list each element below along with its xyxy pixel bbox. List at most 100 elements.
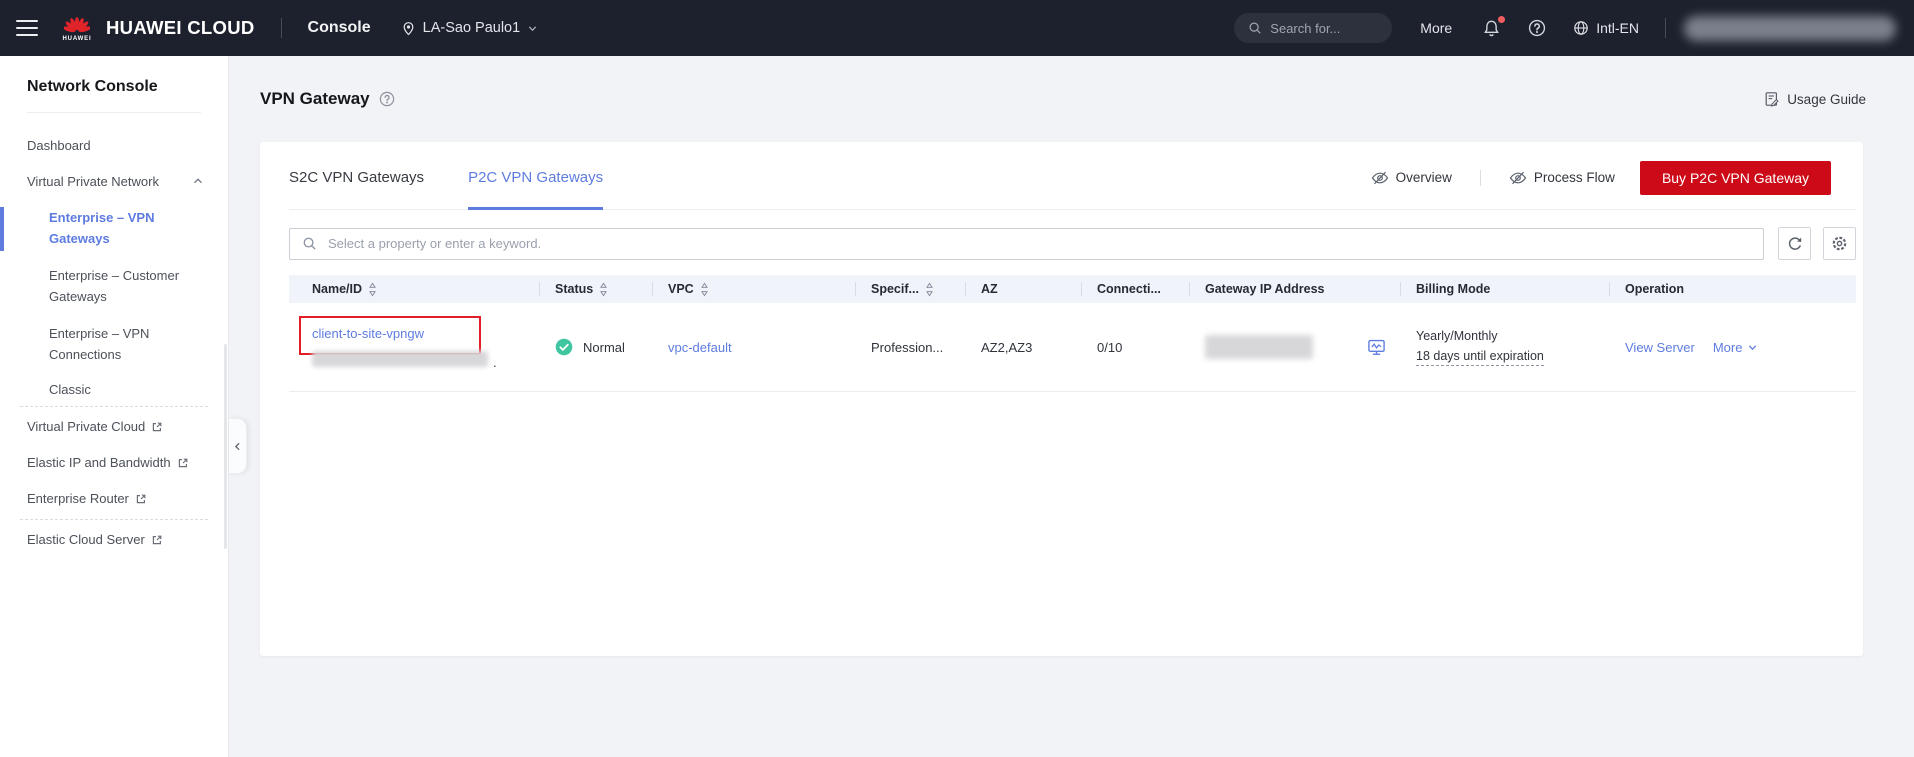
chevron-down-icon bbox=[527, 23, 538, 34]
page-help-icon[interactable] bbox=[379, 91, 395, 107]
header-connections: Connecti... bbox=[1081, 275, 1189, 303]
sidebar-item-enterprise-customer-gateways[interactable]: Enterprise – Customer Gateways bbox=[0, 257, 228, 315]
cell-az: AZ2,AZ3 bbox=[965, 340, 1081, 355]
page-title: VPN Gateway bbox=[260, 89, 395, 109]
location-pin-icon bbox=[401, 21, 416, 36]
main-content: VPN Gateway Usage Guide S2C VPN Gateways… bbox=[230, 56, 1914, 757]
tab-p2c-vpn-gateways[interactable]: P2C VPN Gateways bbox=[468, 142, 603, 209]
sidebar-item-elastic-ip-and-bandwidth[interactable]: Elastic IP and Bandwidth bbox=[0, 447, 223, 479]
sidebar-item-enterprise-vpn-connections[interactable]: Enterprise – VPN Connections bbox=[0, 315, 228, 373]
huawei-logo-caption: HUAWEI bbox=[62, 36, 91, 42]
external-link-icon bbox=[151, 534, 163, 546]
sidebar-item-enterprise-vpn-gateways[interactable]: Enterprise – VPN Gateways bbox=[0, 199, 228, 257]
more-menu[interactable]: More bbox=[1420, 20, 1452, 36]
sidebar-item-dashboard[interactable]: Dashboard bbox=[0, 127, 228, 163]
header-az: AZ bbox=[965, 275, 1081, 303]
help-icon[interactable] bbox=[1528, 19, 1546, 37]
search-icon bbox=[1248, 21, 1262, 35]
language-selector[interactable]: Intl-EN bbox=[1573, 20, 1639, 36]
region-label: LA-Sao Paulo1 bbox=[423, 20, 521, 36]
sidebar-item-elastic-cloud-server[interactable]: Elastic Cloud Server bbox=[0, 520, 223, 560]
refresh-button[interactable] bbox=[1778, 227, 1811, 260]
sidebar: Network Console Dashboard Virtual Privat… bbox=[0, 56, 229, 757]
header-specification[interactable]: Specif... bbox=[855, 275, 965, 303]
usage-guide-button[interactable]: Usage Guide bbox=[1764, 91, 1866, 107]
tabs-row: S2C VPN Gateways P2C VPN Gateways Overvi… bbox=[289, 142, 1856, 210]
eye-off-icon bbox=[1371, 171, 1389, 185]
sort-icon[interactable] bbox=[368, 282, 377, 297]
tab-s2c-vpn-gateways[interactable]: S2C VPN Gateways bbox=[289, 142, 424, 209]
cell-operation: View Server More bbox=[1609, 340, 1856, 355]
external-link-icon bbox=[135, 493, 147, 505]
huawei-logo: HUAWEI bbox=[56, 14, 98, 42]
gateway-ip-redacted bbox=[1205, 335, 1313, 359]
toolbar-separator bbox=[1480, 170, 1481, 186]
sidebar-item-virtual-private-network[interactable]: Virtual Private Network bbox=[0, 163, 228, 199]
header-billing-mode: Billing Mode bbox=[1400, 275, 1609, 303]
buy-p2c-vpn-gateway-button[interactable]: Buy P2C VPN Gateway bbox=[1640, 161, 1831, 195]
brand-title[interactable]: HUAWEI CLOUD bbox=[106, 17, 255, 39]
notification-dot bbox=[1498, 16, 1505, 23]
monitoring-icon[interactable] bbox=[1367, 338, 1386, 357]
vpc-link[interactable]: vpc-default bbox=[668, 340, 732, 355]
filter-search-input[interactable] bbox=[326, 235, 1751, 252]
overview-toggle[interactable]: Overview bbox=[1371, 170, 1452, 185]
topbar-separator bbox=[281, 18, 282, 38]
status-ok-icon bbox=[555, 338, 573, 356]
global-search-placeholder: Search for... bbox=[1270, 21, 1340, 36]
header-name-id[interactable]: Name/ID bbox=[289, 275, 539, 303]
sidebar-title: Network Console bbox=[27, 78, 201, 96]
sort-icon[interactable] bbox=[700, 282, 709, 297]
language-label: Intl-EN bbox=[1596, 20, 1639, 36]
sidebar-item-enterprise-router[interactable]: Enterprise Router bbox=[0, 479, 223, 519]
header-gateway-ip: Gateway IP Address bbox=[1189, 275, 1400, 303]
gateway-card: S2C VPN Gateways P2C VPN Gateways Overvi… bbox=[260, 142, 1863, 656]
globe-icon bbox=[1573, 20, 1589, 36]
topbar-separator bbox=[1665, 18, 1666, 38]
settings-gear-button[interactable] bbox=[1823, 227, 1856, 260]
sort-icon[interactable] bbox=[599, 282, 608, 297]
cell-specification: Profession... bbox=[855, 340, 965, 355]
gateway-name-link[interactable]: client-to-site-vpngw bbox=[312, 325, 424, 343]
cell-vpc: vpc-default bbox=[652, 340, 855, 355]
sidebar-item-virtual-private-cloud[interactable]: Virtual Private Cloud bbox=[0, 407, 223, 447]
sidebar-collapse-handle[interactable] bbox=[229, 418, 247, 474]
filter-search-box bbox=[289, 228, 1764, 260]
search-icon bbox=[302, 236, 317, 251]
hamburger-menu-icon[interactable] bbox=[16, 20, 38, 36]
more-actions-link[interactable]: More bbox=[1713, 340, 1759, 355]
billing-mode-text: Yearly/Monthly bbox=[1416, 329, 1609, 343]
table-row: client-to-site-vpngw . Normal vpc-defaul… bbox=[289, 303, 1856, 392]
status-text: Normal bbox=[583, 340, 625, 355]
gateway-table: Name/ID Status VPC Specif... AZ Connecti… bbox=[289, 275, 1856, 392]
console-link[interactable]: Console bbox=[308, 19, 371, 37]
external-link-icon bbox=[177, 457, 189, 469]
table-header-row: Name/ID Status VPC Specif... AZ Connecti… bbox=[289, 275, 1856, 303]
notifications-bell-icon[interactable] bbox=[1482, 19, 1501, 38]
gateway-id-redacted bbox=[312, 351, 488, 367]
top-bar: HUAWEI HUAWEI CLOUD Console LA-Sao Paulo… bbox=[0, 0, 1914, 56]
chevron-up-icon bbox=[192, 175, 204, 187]
header-vpc[interactable]: VPC bbox=[652, 275, 855, 303]
header-status[interactable]: Status bbox=[539, 275, 652, 303]
external-link-icon bbox=[151, 421, 163, 433]
cell-status: Normal bbox=[539, 338, 652, 356]
header-operation: Operation bbox=[1609, 275, 1856, 303]
gateway-id-suffix: . bbox=[493, 355, 497, 370]
view-server-link[interactable]: View Server bbox=[1625, 340, 1695, 355]
region-selector[interactable]: LA-Sao Paulo1 bbox=[401, 20, 539, 36]
cell-name-id: client-to-site-vpngw . bbox=[289, 303, 539, 391]
eye-off-icon bbox=[1509, 171, 1527, 185]
account-menu-redacted[interactable] bbox=[1684, 16, 1896, 41]
sort-icon[interactable] bbox=[925, 282, 934, 297]
cell-billing-mode: Yearly/Monthly 18 days until expiration bbox=[1400, 329, 1609, 366]
billing-expiration-note: 18 days until expiration bbox=[1416, 349, 1544, 366]
sidebar-item-classic[interactable]: Classic bbox=[0, 373, 228, 406]
cell-connections: 0/10 bbox=[1081, 340, 1189, 355]
chevron-down-icon bbox=[1747, 342, 1758, 353]
usage-guide-doc-icon bbox=[1764, 91, 1780, 107]
process-flow-toggle[interactable]: Process Flow bbox=[1509, 170, 1615, 185]
sidebar-scrollbar[interactable] bbox=[224, 344, 227, 549]
cell-gateway-ip bbox=[1189, 335, 1400, 359]
global-search[interactable]: Search for... bbox=[1234, 13, 1392, 43]
